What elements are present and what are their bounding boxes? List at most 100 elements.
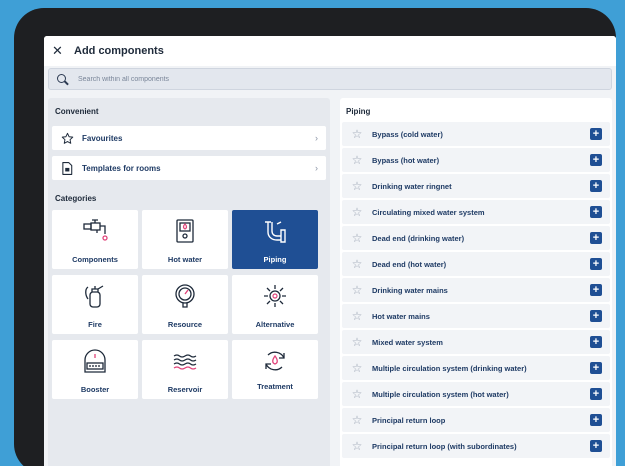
list-item-label: Drinking water ringnet — [372, 181, 452, 191]
add-icon[interactable]: + — [590, 310, 602, 322]
list-item[interactable]: ☆ Dead end (hot water) + — [342, 252, 610, 276]
add-icon[interactable]: + — [590, 336, 602, 348]
convenient-label: Convenient — [55, 107, 99, 116]
star-icon[interactable]: ☆ — [342, 127, 372, 141]
category-label: Reservoir — [167, 385, 203, 394]
list-item-label: Bypass (hot water) — [372, 155, 440, 165]
star-icon[interactable]: ☆ — [342, 205, 372, 219]
list-item-label: Dead end (hot water) — [372, 259, 447, 269]
list-item-label: Drinking water mains — [372, 285, 448, 295]
list-item[interactable]: ☆ Principal return loop + — [342, 408, 610, 432]
chevron-right-icon: › — [315, 133, 318, 143]
add-icon[interactable]: + — [590, 154, 602, 166]
waves-icon — [173, 354, 197, 370]
star-icon[interactable]: ☆ — [342, 335, 372, 349]
category-booster[interactable]: Booster — [52, 340, 138, 399]
star-icon[interactable]: ☆ — [342, 257, 372, 271]
extinguisher-icon — [85, 285, 104, 308]
list-item-label: Principal return loop — [372, 415, 446, 425]
templates-label: Templates for rooms — [82, 163, 161, 173]
chevron-right-icon: › — [315, 163, 318, 173]
category-label: Fire — [88, 320, 102, 329]
list-item[interactable]: ☆ Multiple circulation system (drinking w… — [342, 356, 610, 380]
add-icon[interactable]: + — [590, 180, 602, 192]
category-piping[interactable]: Piping — [232, 210, 318, 269]
gear-icon — [264, 285, 286, 307]
add-icon[interactable]: + — [590, 206, 602, 218]
category-alternative[interactable]: Alternative — [232, 275, 318, 334]
app-screen: ✕ Add components Convenient Favourites ›… — [44, 36, 616, 466]
category-label: Treatment — [257, 382, 293, 391]
add-icon[interactable]: + — [590, 232, 602, 244]
star-icon[interactable]: ☆ — [342, 413, 372, 427]
close-icon[interactable]: ✕ — [52, 43, 66, 59]
list-item[interactable]: ☆ Hot water mains + — [342, 304, 610, 328]
category-label: Piping — [263, 255, 287, 264]
list-item-label: Hot water mains — [372, 311, 430, 321]
left-panel: Convenient Favourites › Templates for ro… — [48, 98, 330, 466]
star-icon — [60, 132, 74, 145]
piping-panel: Piping ☆ Bypass (cold water) + ☆ Bypass (hot… — [340, 98, 612, 466]
category-resource[interactable]: Resource — [142, 275, 228, 334]
category-label: Alternative — [255, 320, 295, 329]
boiler-icon — [176, 219, 194, 243]
add-icon[interactable]: + — [590, 128, 602, 140]
list-item[interactable]: ☆ Drinking water mains + — [342, 278, 610, 302]
list-item-label: Multiple circulation system (hot water) — [372, 389, 509, 399]
list-item[interactable]: ☆ Mixed water system + — [342, 330, 610, 354]
add-icon[interactable]: + — [590, 388, 602, 400]
favourites-label: Favourites — [82, 133, 123, 143]
star-icon[interactable]: ☆ — [342, 309, 372, 323]
add-icon[interactable]: + — [590, 284, 602, 296]
booster-icon — [84, 349, 106, 373]
star-icon[interactable]: ☆ — [342, 231, 372, 245]
star-icon[interactable]: ☆ — [342, 179, 372, 193]
category-label: Hot water — [167, 255, 203, 264]
add-icon[interactable]: + — [590, 414, 602, 426]
list-item[interactable]: ☆ Bypass (hot water) + — [342, 148, 610, 172]
category-treatment[interactable]: Treatment — [232, 340, 318, 399]
list-item[interactable]: ☆ Dead end (drinking water) + — [342, 226, 610, 250]
pipe-icon — [265, 221, 286, 243]
tap-icon — [83, 219, 108, 241]
favourites-row[interactable]: Favourites › — [52, 126, 326, 150]
list-item[interactable]: ☆ Multiple circulation system (hot water)… — [342, 382, 610, 406]
top-bar: ✕ Add components — [44, 36, 616, 66]
list-item-label: Principal return loop (with subordinates… — [372, 441, 517, 451]
list-item-label: Bypass (cold water) — [372, 129, 443, 139]
list-item[interactable]: ☆ Circulating mixed water system + — [342, 200, 610, 224]
category-components[interactable]: Components — [52, 210, 138, 269]
category-label: Booster — [80, 385, 110, 394]
add-icon[interactable]: + — [590, 440, 602, 452]
list-item[interactable]: ☆ Principal return loop (with subordinate… — [342, 434, 610, 458]
water-drop-icon — [265, 351, 285, 371]
template-icon — [60, 161, 74, 175]
add-icon[interactable]: + — [590, 258, 602, 270]
tablet-frame: ✕ Add components Convenient Favourites ›… — [14, 8, 616, 466]
category-hot-water[interactable]: Hot water — [142, 210, 228, 269]
search-input[interactable] — [78, 75, 478, 83]
search-bar[interactable] — [48, 68, 612, 90]
category-label: Components — [72, 255, 118, 264]
star-icon[interactable]: ☆ — [342, 387, 372, 401]
gauge-icon — [175, 284, 195, 308]
category-label: Resource — [167, 320, 203, 329]
list-item-label: Multiple circulation system (drinking wa… — [372, 363, 527, 373]
star-icon[interactable]: ☆ — [342, 439, 372, 453]
list-item-label: Circulating mixed water system — [372, 207, 485, 217]
star-icon[interactable]: ☆ — [342, 153, 372, 167]
star-icon[interactable]: ☆ — [342, 361, 372, 375]
category-reservoir[interactable]: Reservoir — [142, 340, 228, 399]
list-item-label: Dead end (drinking water) — [372, 233, 465, 243]
list-item[interactable]: ☆ Drinking water ringnet + — [342, 174, 610, 198]
list-item[interactable]: ☆ Bypass (cold water) + — [342, 122, 610, 146]
category-fire[interactable]: Fire — [52, 275, 138, 334]
piping-label: Piping — [346, 107, 371, 116]
search-icon — [57, 73, 68, 85]
page-title: Add components — [74, 45, 164, 57]
categories-label: Categories — [55, 194, 97, 203]
star-icon[interactable]: ☆ — [342, 283, 372, 297]
list-item-label: Mixed water system — [372, 337, 443, 347]
templates-row[interactable]: Templates for rooms › — [52, 156, 326, 180]
add-icon[interactable]: + — [590, 362, 602, 374]
